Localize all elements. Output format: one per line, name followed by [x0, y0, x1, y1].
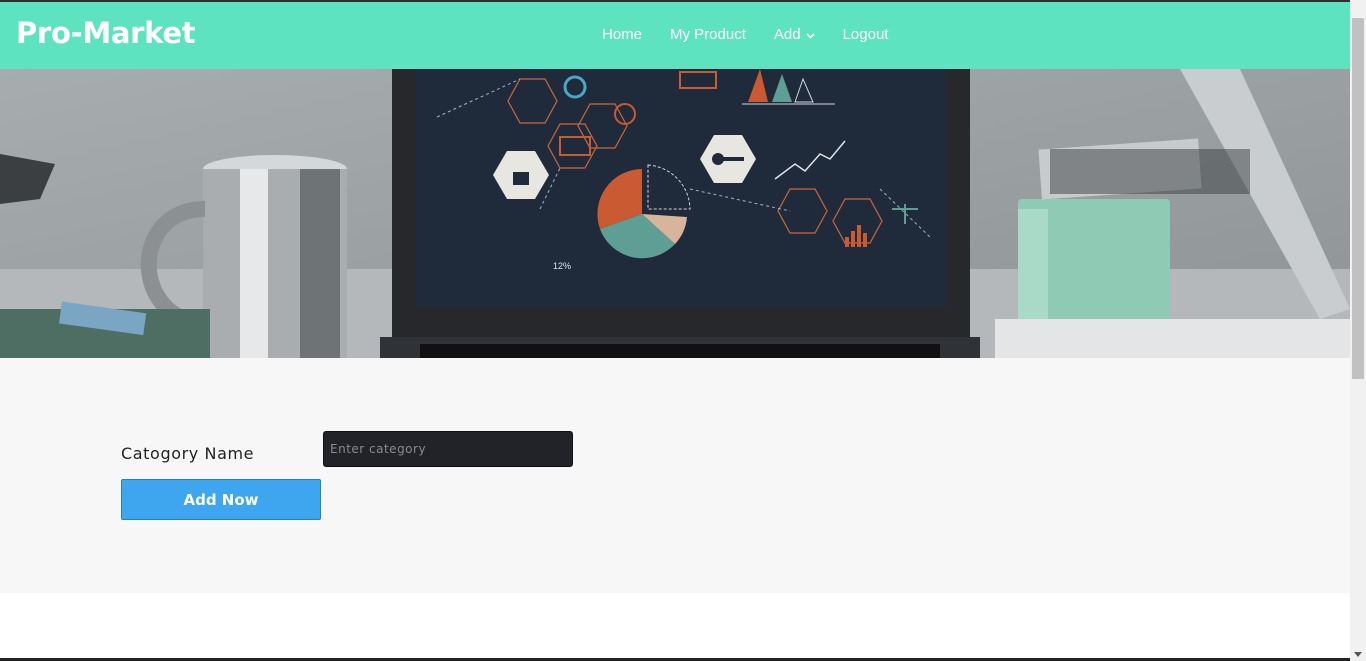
nav-add-dropdown[interactable]: Add — [774, 26, 815, 43]
brand-logo[interactable]: Pro-Market — [16, 16, 196, 50]
add-category-form: Catogory Name Add Now — [0, 358, 1350, 593]
nav-home[interactable]: Home — [602, 26, 642, 43]
navbar: Pro-Market Home My Product Add Logout — [0, 0, 1350, 69]
category-name-label: Catogory Name — [121, 444, 255, 463]
nav-my-product[interactable]: My Product — [670, 26, 746, 43]
hero-percent-label: 12% — [553, 261, 571, 271]
nav-add-label: Add — [773, 26, 801, 43]
vertical-scrollbar[interactable] — [1350, 0, 1366, 661]
chevron-down-icon — [806, 26, 815, 43]
add-now-button[interactable]: Add Now — [121, 479, 321, 520]
scroll-down-arrow-icon[interactable] — [1354, 652, 1362, 657]
category-name-input[interactable] — [323, 431, 573, 467]
nav-menu: Home My Product Add Logout — [602, 26, 916, 43]
nav-logout[interactable]: Logout — [843, 26, 889, 43]
hero-banner-image: 12% — [0, 69, 1350, 358]
scrollbar-thumb[interactable] — [1352, 18, 1364, 379]
